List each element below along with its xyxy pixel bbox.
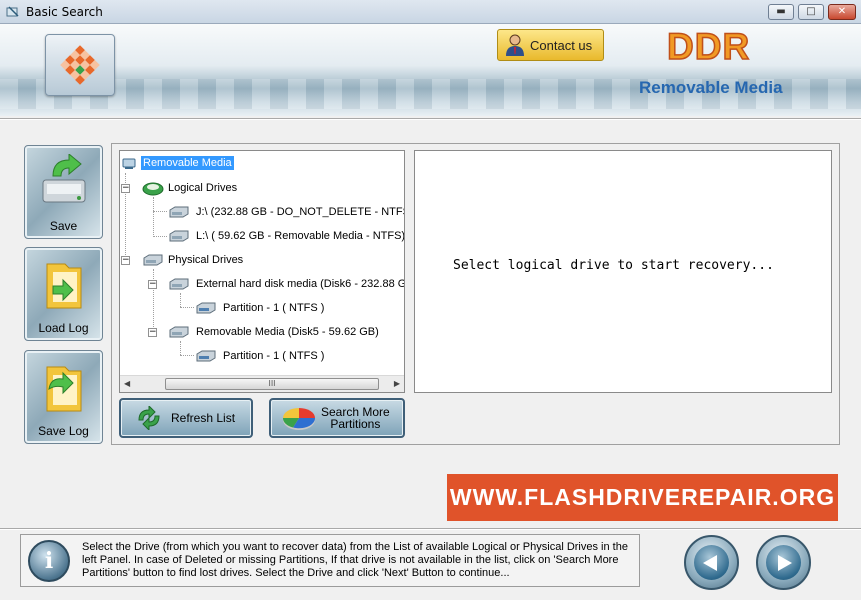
tree-connector-line [180,293,181,307]
tree-connector-line [180,341,181,355]
scroll-thumb[interactable]: III [165,378,379,390]
tree-horizontal-scrollbar[interactable]: ◀ III ▶ [120,375,404,392]
hard-drive-icon [169,278,189,290]
tree-logical-drive-j[interactable]: J:\ (232.88 GB - DO_NOT_DELETE - NTFS) [196,206,404,218]
tree-connector-line [153,236,167,237]
refresh-list-button[interactable]: Refresh List [119,398,253,438]
folder-load-icon [46,263,82,309]
hard-drive-icon [169,230,189,242]
disk6-collapse-toggle[interactable]: − [148,280,157,289]
next-button[interactable] [756,535,811,590]
close-button[interactable]: ✕ [828,4,856,20]
tree-disk6-partition[interactable]: Partition - 1 ( NTFS ) [223,302,324,314]
product-subtitle: Removable Media [639,78,783,97]
drive-tree[interactable]: Removable Media − Logical Drives J:\ (23… [119,150,405,393]
tree-connector-line [153,211,167,212]
info-icon: i [28,540,70,582]
back-button-face [694,545,729,580]
search-more-line2: Partitions [330,417,381,431]
physical-drives-icon [143,254,163,266]
save-button[interactable]: Save [24,145,103,239]
scroll-left-arrow-icon[interactable]: ◀ [124,379,130,388]
save-drive-icon [42,154,86,203]
next-arrow-icon [778,555,792,571]
tree-connector-line [180,307,194,308]
pie-chart-icon [282,408,316,430]
title-bar: Basic Search ▬ □ ✕ [0,0,861,24]
removable-media-root-icon [122,158,136,169]
logical-drives-icon [142,182,164,196]
load-log-label: Load Log [38,321,89,335]
maximize-button[interactable]: □ [798,4,824,20]
contact-us-label: Contact us [530,37,593,53]
footer-divider [0,528,861,530]
refresh-list-label: Refresh List [171,411,236,425]
status-message: Select logical drive to start recovery..… [453,258,774,273]
physical-drives-collapse-toggle[interactable]: − [121,256,130,265]
load-log-button[interactable]: Load Log [24,247,103,341]
checker-logo-icon [60,45,100,85]
brand-logo-text: DDR [666,25,751,68]
contact-us-button[interactable]: Contact us [497,29,604,61]
search-more-partitions-label: Search More Partitions [321,406,390,430]
save-log-label: Save Log [38,424,89,438]
save-label: Save [49,219,78,233]
back-arrow-icon [703,555,717,571]
save-log-button[interactable]: Save Log [24,350,103,444]
hard-drive-icon [169,326,189,338]
app-icon [6,6,19,17]
tree-physical-drives[interactable]: Physical Drives [168,254,243,266]
app-logo [45,34,115,96]
status-panel: Select logical drive to start recovery..… [414,150,832,393]
logical-drives-collapse-toggle[interactable]: − [121,184,130,193]
tree-disk5-partition[interactable]: Partition - 1 ( NTFS ) [223,350,324,362]
folder-save-icon [46,366,82,412]
scroll-right-arrow-icon[interactable]: ▶ [394,379,400,388]
partition-icon [196,302,216,314]
tree-connector-line [180,355,194,356]
tree-connector-line [153,197,154,237]
minimize-button[interactable]: ▬ [768,4,794,20]
tree-root-removable-media[interactable]: Removable Media [141,156,234,170]
next-button-face [766,545,801,580]
person-icon [506,34,524,56]
website-banner: WWW.FLASHDRIVEREPAIR.ORG [447,474,838,521]
tree-physical-disk5[interactable]: Removable Media (Disk5 - 59.62 GB) [196,326,379,338]
info-panel: i Select the Drive (from which you want … [20,534,640,587]
header-divider [0,118,861,120]
window-title: Basic Search [26,5,103,19]
back-button[interactable] [684,535,739,590]
tree-logical-drives[interactable]: Logical Drives [168,182,237,194]
hard-drive-icon [169,206,189,218]
disk5-collapse-toggle[interactable]: − [148,328,157,337]
info-text: Select the Drive (from which you want to… [82,541,628,579]
header-banner: Contact us DDR Removable Media [0,24,861,116]
refresh-icon [138,406,160,430]
partition-icon [196,350,216,362]
search-more-partitions-button[interactable]: Search More Partitions [269,398,405,438]
tree-physical-disk6[interactable]: External hard disk media (Disk6 - 232.88… [196,278,404,290]
tree-logical-drive-l[interactable]: L:\ ( 59.62 GB - Removable Media - NTFS) [196,230,404,242]
